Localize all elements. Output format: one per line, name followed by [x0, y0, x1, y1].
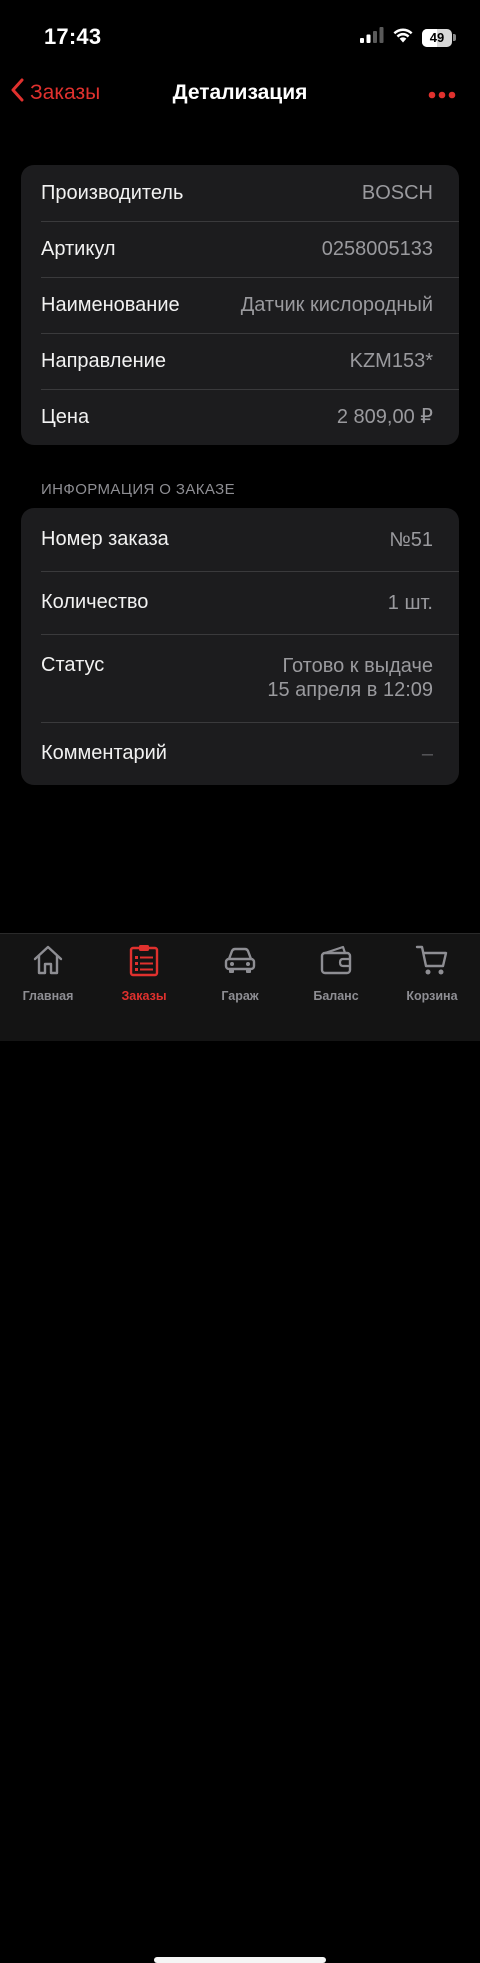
tab-orders[interactable]: Заказы: [96, 934, 192, 1003]
navigation-bar: Заказы Детализация: [0, 72, 480, 116]
row-value: №51: [389, 528, 433, 551]
battery-icon: 49: [422, 28, 456, 47]
tab-label: Гараж: [221, 989, 259, 1003]
row-value: KZM153*: [349, 350, 433, 372]
row-value: Датчик кислородный: [240, 294, 433, 316]
status-time: 17:43: [44, 24, 102, 49]
cellular-signal-icon: [360, 27, 384, 48]
tab-label: Заказы: [121, 989, 167, 1003]
wallet-icon: [318, 942, 354, 983]
detail-row-direction: Направление KZM153*: [21, 333, 459, 389]
wifi-icon: [392, 27, 414, 48]
home-indicator: [154, 1957, 326, 1963]
order-row-quantity: Количество 1 шт.: [21, 571, 459, 634]
home-icon: [30, 942, 66, 983]
tab-label: Баланс: [313, 989, 359, 1003]
order-row-comment: Комментарий –: [21, 722, 459, 785]
row-value: 2 809,00 ₽: [336, 406, 433, 428]
row-label: Комментарий: [41, 742, 167, 764]
row-label: Номер заказа: [41, 528, 169, 550]
status-date: 15 апреля в 12:09: [267, 679, 433, 701]
row-label: Направление: [41, 349, 166, 372]
tab-cart[interactable]: Корзина: [384, 934, 480, 1003]
tab-garage[interactable]: Гараж: [192, 934, 288, 1003]
tab-bar: Главная Заказы Гараж Баланс Корзина: [0, 933, 480, 1963]
row-value: BOSCH: [361, 182, 433, 204]
status-value: Готово к выдаче 15 апреля в 12:09: [267, 654, 433, 702]
order-info-section-header: ИНФОРМАЦИЯ О ЗАКАЗЕ: [41, 481, 236, 498]
row-value: 1 шт.: [387, 591, 433, 614]
row-label: Количество: [41, 591, 149, 613]
order-row-number: Номер заказа №51: [21, 508, 459, 571]
more-button[interactable]: [428, 86, 456, 104]
row-value: –: [421, 742, 433, 765]
cart-icon: [414, 942, 450, 983]
detail-row-manufacturer: Производитель BOSCH: [21, 165, 459, 221]
row-label: Артикул: [41, 237, 116, 260]
row-label: Наименование: [41, 293, 180, 316]
tab-label: Главная: [22, 989, 74, 1003]
status-icons: 49: [360, 27, 456, 48]
product-details-card: Производитель BOSCH Артикул 0258005133 Н…: [21, 165, 459, 445]
orders-icon: [126, 942, 162, 983]
status-text: Готово к выдаче: [282, 655, 433, 677]
row-label: Производитель: [41, 181, 184, 204]
row-label: Статус: [41, 654, 105, 676]
row-value: 0258005133: [321, 238, 433, 260]
row-label: Цена: [41, 405, 90, 428]
car-icon: [222, 942, 258, 983]
status-bar: 17:43 49: [0, 0, 480, 76]
order-info-card: Номер заказа №51 Количество 1 шт. Статус…: [21, 508, 459, 785]
detail-row-name: Наименование Датчик кислородный: [21, 277, 459, 333]
order-row-status: Статус Готово к выдаче 15 апреля в 12:09: [21, 634, 459, 722]
detail-row-article: Артикул 0258005133: [21, 221, 459, 277]
tab-balance[interactable]: Баланс: [288, 934, 384, 1003]
page-title: Детализация: [172, 81, 308, 104]
battery-level: 49: [429, 30, 445, 45]
tab-home[interactable]: Главная: [0, 934, 96, 1003]
more-dots-icon: [428, 86, 456, 103]
tab-label: Корзина: [406, 989, 458, 1003]
detail-row-price: Цена 2 809,00 ₽: [21, 389, 459, 445]
